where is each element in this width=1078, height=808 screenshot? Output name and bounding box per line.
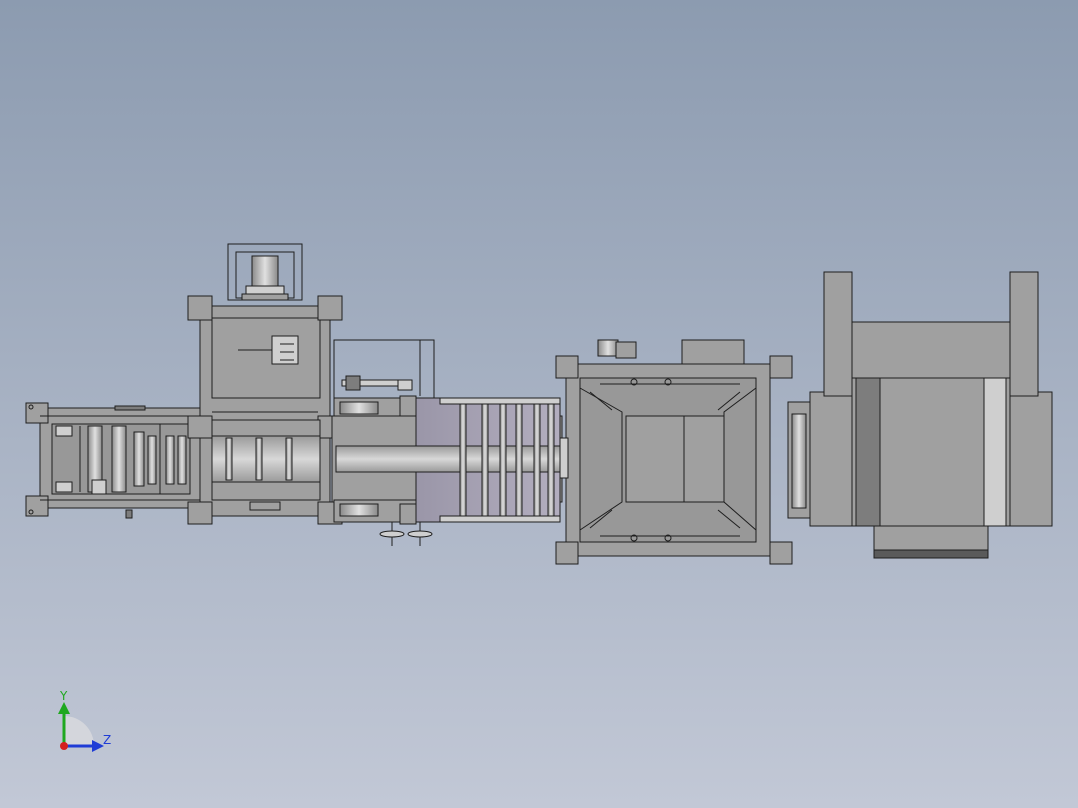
roller [499, 403, 507, 517]
cylinder-body [251, 255, 279, 289]
roller [459, 403, 467, 517]
outfeed-roller-dark [855, 377, 881, 527]
outfeed-hood [851, 321, 1011, 381]
roller [225, 437, 233, 481]
press-corner-block [187, 501, 213, 525]
roller [147, 435, 157, 485]
station-corner-block [555, 541, 579, 565]
outfeed-post [823, 271, 853, 397]
cad-viewport[interactable]: Y Z [0, 0, 1078, 808]
roller [177, 435, 187, 485]
press-corner-block [317, 295, 343, 321]
roller [285, 437, 293, 481]
y-axis-label: Y [59, 689, 68, 703]
roller [533, 403, 541, 517]
outfeed-post [1009, 271, 1039, 397]
station-corner-block [769, 355, 793, 379]
roller [111, 425, 127, 493]
press-corner-block [187, 415, 213, 439]
roller [481, 403, 489, 517]
roller [165, 435, 175, 485]
roller [515, 403, 523, 517]
center-platform [625, 415, 725, 503]
roller [547, 403, 555, 517]
z-axis-label: Z [103, 733, 111, 747]
press-corner-block [187, 295, 213, 321]
press-channel [211, 419, 321, 511]
x-axis-origin [60, 742, 68, 750]
press-head-panel [211, 317, 321, 399]
wrapping-station[interactable] [555, 355, 793, 565]
roller [133, 431, 145, 487]
outfeed-roller-light [983, 377, 1007, 527]
roller [255, 437, 263, 481]
station-corner-block [555, 355, 579, 379]
station-corner-block [769, 541, 793, 565]
